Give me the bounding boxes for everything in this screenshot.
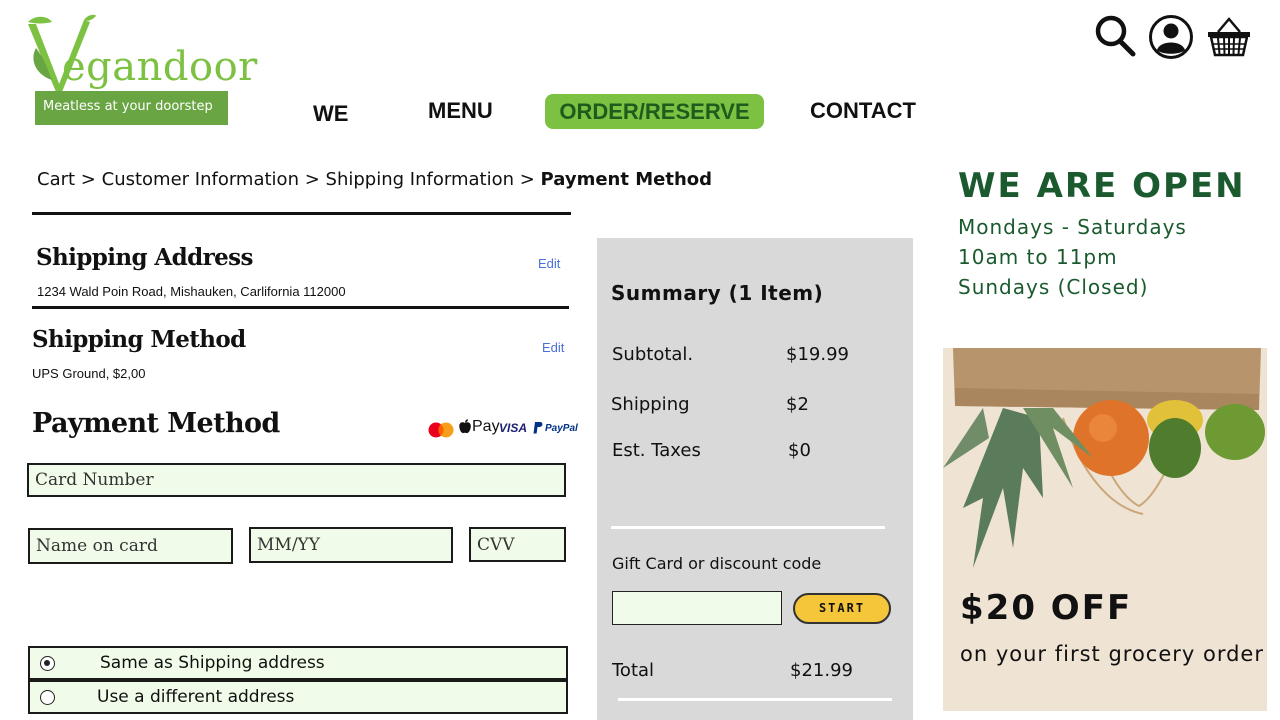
- shipping-value: $2: [786, 394, 809, 415]
- open-hours-days: Mondays - Saturdays: [958, 215, 1187, 239]
- breadcrumb-shipping-information[interactable]: Shipping Information: [326, 169, 514, 190]
- paypal-icon: [533, 422, 543, 434]
- different-address-label: Use a different address: [97, 687, 295, 707]
- breadcrumb: Cart > Customer Information > Shipping I…: [37, 169, 712, 190]
- breadcrumb-customer-information[interactable]: Customer Information: [102, 169, 299, 190]
- shipping-address-value: 1234 Wald Poin Road, Mishauken, Carlifor…: [37, 284, 346, 299]
- start-button[interactable]: START: [793, 593, 891, 624]
- open-hours-closed: Sundays (Closed): [958, 275, 1149, 299]
- radio-selected-icon[interactable]: [40, 655, 55, 671]
- mastercard-icon: [428, 422, 454, 438]
- nav-order-reserve[interactable]: ORDER/RESERVE: [545, 94, 764, 129]
- breadcrumb-separator: >: [80, 169, 96, 190]
- taxes-value: $0: [788, 440, 811, 461]
- promo-subline: on your first grocery order: [960, 642, 1264, 666]
- name-on-card-input[interactable]: [28, 528, 233, 564]
- nav-we[interactable]: WE: [313, 101, 348, 127]
- breadcrumb-cart[interactable]: Cart: [37, 169, 75, 190]
- order-summary-panel: [597, 238, 913, 720]
- visa-logo: VISA: [499, 421, 528, 435]
- total-label: Total: [612, 660, 655, 681]
- expiry-input[interactable]: [249, 527, 453, 563]
- paypal-logo: PayPal: [545, 423, 578, 434]
- gift-card-label: Gift Card or discount code: [612, 554, 822, 573]
- search-icon[interactable]: [1094, 14, 1136, 58]
- brand-name: egandoor: [62, 44, 258, 90]
- apple-icon: [459, 419, 471, 434]
- shipping-label: Shipping: [611, 394, 690, 415]
- grocery-bag-image: [943, 348, 1265, 568]
- summary-title: Summary (1 Item): [611, 281, 824, 305]
- gift-card-input[interactable]: [612, 591, 782, 625]
- nav-contact[interactable]: CONTACT: [810, 98, 916, 124]
- breadcrumb-separator: >: [304, 169, 320, 190]
- radio-unselected-icon[interactable]: [40, 689, 55, 705]
- same-as-shipping-option[interactable]: Same as Shipping address: [28, 646, 568, 680]
- subtotal-label: Subtotal.: [612, 344, 694, 365]
- open-hours-time: 10am to 11pm: [958, 245, 1118, 269]
- brand-tagline: Meatless at your doorstep: [35, 91, 228, 125]
- different-address-option[interactable]: Use a different address: [28, 680, 568, 714]
- user-icon[interactable]: [1148, 14, 1194, 60]
- total-divider: [618, 698, 892, 701]
- shipping-method-title: Shipping Method: [32, 326, 246, 353]
- breadcrumb-divider: [32, 212, 571, 215]
- shipping-method-value: UPS Ground, $2,00: [32, 366, 146, 381]
- open-hours-title: WE ARE OPEN: [958, 166, 1246, 206]
- apple-pay-label: Pay: [472, 418, 500, 435]
- taxes-label: Est. Taxes: [612, 440, 701, 461]
- shipping-address-divider: [32, 306, 569, 309]
- payment-method-title: Payment Method: [32, 408, 280, 439]
- subtotal-value: $19.99: [786, 344, 849, 365]
- summary-divider: [611, 526, 885, 529]
- nav-menu[interactable]: MENU: [428, 98, 493, 124]
- basket-icon[interactable]: [1206, 16, 1252, 58]
- card-number-input[interactable]: [27, 463, 566, 497]
- edit-shipping-method-link[interactable]: Edit: [542, 340, 564, 355]
- same-as-shipping-label: Same as Shipping address: [100, 653, 325, 673]
- breadcrumb-payment-method: Payment Method: [540, 169, 713, 190]
- total-value: $21.99: [790, 660, 853, 681]
- cvv-input[interactable]: [469, 527, 566, 562]
- promo-headline: $20 OFF: [960, 588, 1133, 628]
- edit-shipping-address-link[interactable]: Edit: [538, 256, 560, 271]
- breadcrumb-separator: >: [519, 169, 535, 190]
- shipping-address-title: Shipping Address: [36, 244, 253, 271]
